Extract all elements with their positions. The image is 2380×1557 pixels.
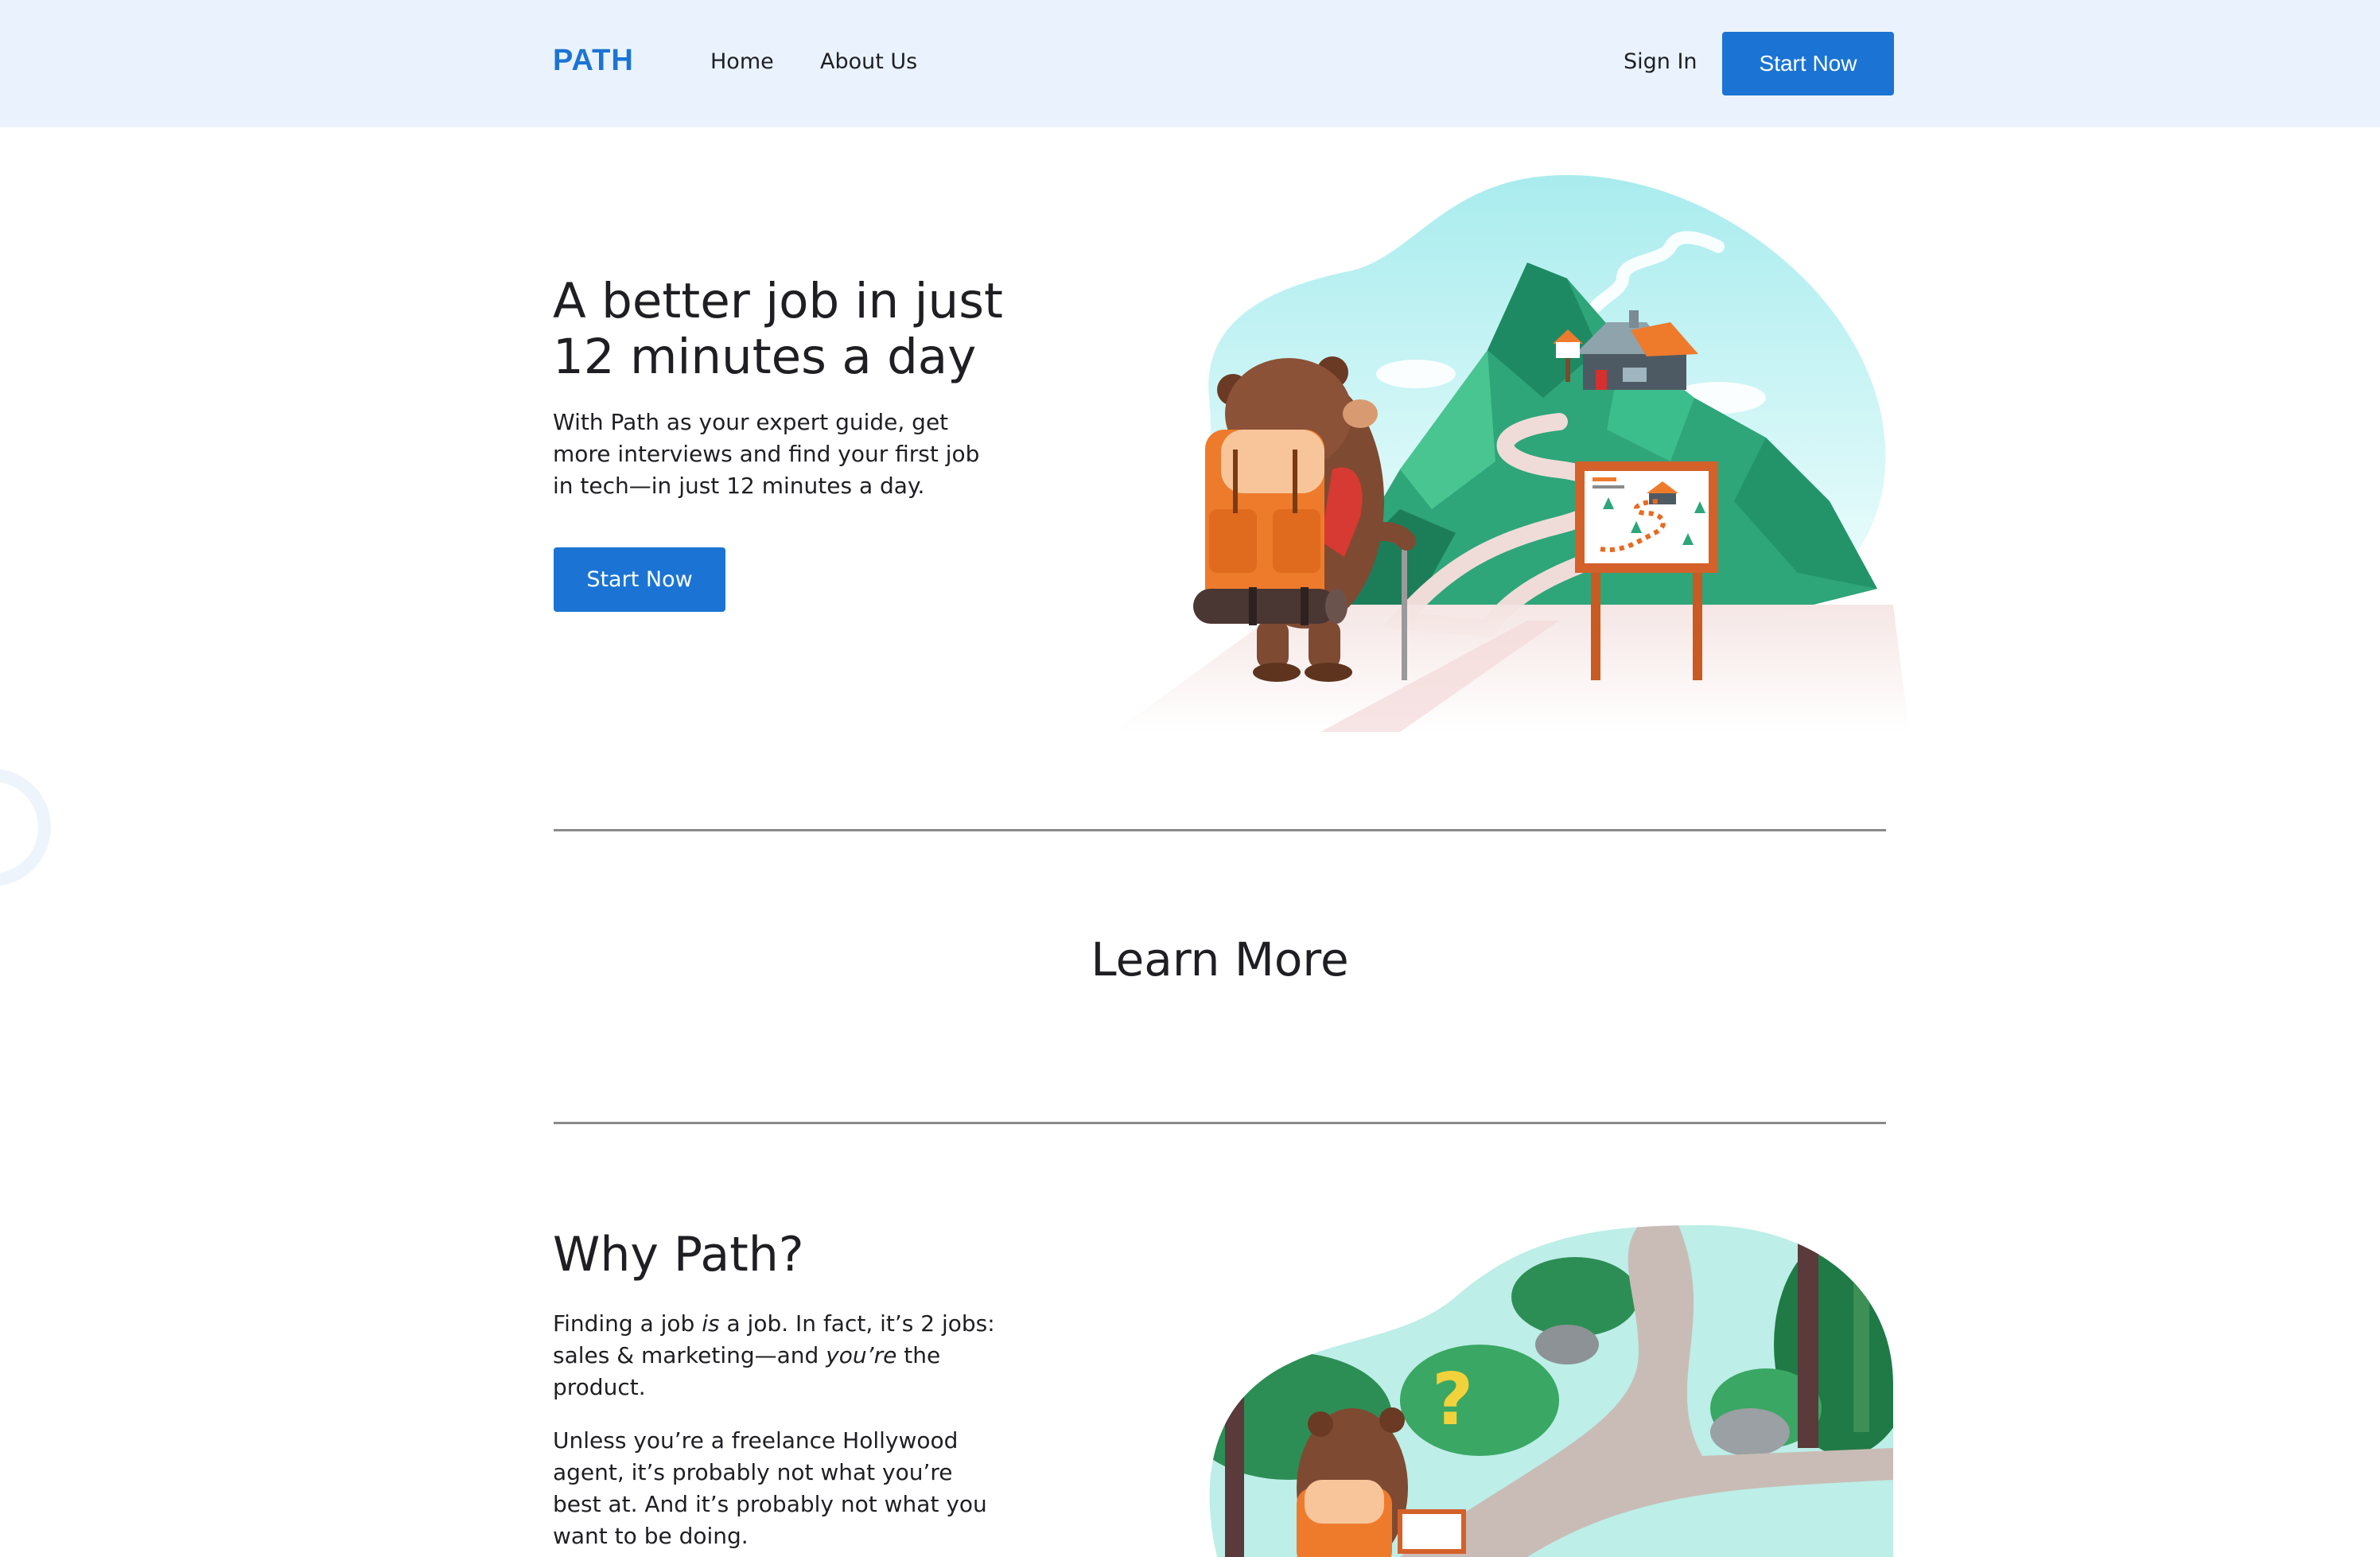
hero-start-now-button[interactable]: Start Now — [554, 547, 725, 612]
hero-description: With Path as your expert guide, get more… — [553, 409, 980, 499]
hero-title-line2: 12 minutes a day — [553, 329, 977, 385]
section-divider — [554, 1122, 1886, 1124]
decorative-ring-icon — [0, 769, 51, 886]
bear-hiker-mountain-illustration-icon — [1114, 175, 1909, 732]
nav-about-us-link[interactable]: About Us — [820, 49, 917, 74]
header-start-now-button[interactable]: Start Now — [1722, 32, 1894, 95]
nav-home-link[interactable]: Home — [710, 49, 774, 74]
hero-title-line1: A better job in just — [553, 273, 1003, 329]
why-paragraph-2: Unless you’re a freelance Hollywood agen… — [553, 1427, 987, 1549]
why-paragraph-1: Finding a job is a job. In fact, it’s 2 … — [553, 1308, 998, 1403]
why-p1-emphasis-youre: you’re — [826, 1342, 897, 1368]
section-divider — [554, 829, 1886, 831]
why-p1-emphasis-is: is — [702, 1310, 720, 1337]
svg-text:?: ? — [1432, 1358, 1473, 1442]
hero-title: A better job in just 12 minutes a day — [553, 274, 1046, 385]
path-logo[interactable]: PATH — [553, 44, 634, 78]
sign-in-link[interactable]: Sign In — [1624, 49, 1698, 74]
top-navigation-bar — [0, 0, 2380, 127]
why-path-heading: Why Path? — [553, 1227, 804, 1283]
bear-forest-path-illustration-icon: ? — [1209, 1225, 1894, 1557]
learn-more-heading[interactable]: Learn More — [554, 932, 1886, 987]
why-p1-text-a: Finding a job — [553, 1310, 702, 1337]
